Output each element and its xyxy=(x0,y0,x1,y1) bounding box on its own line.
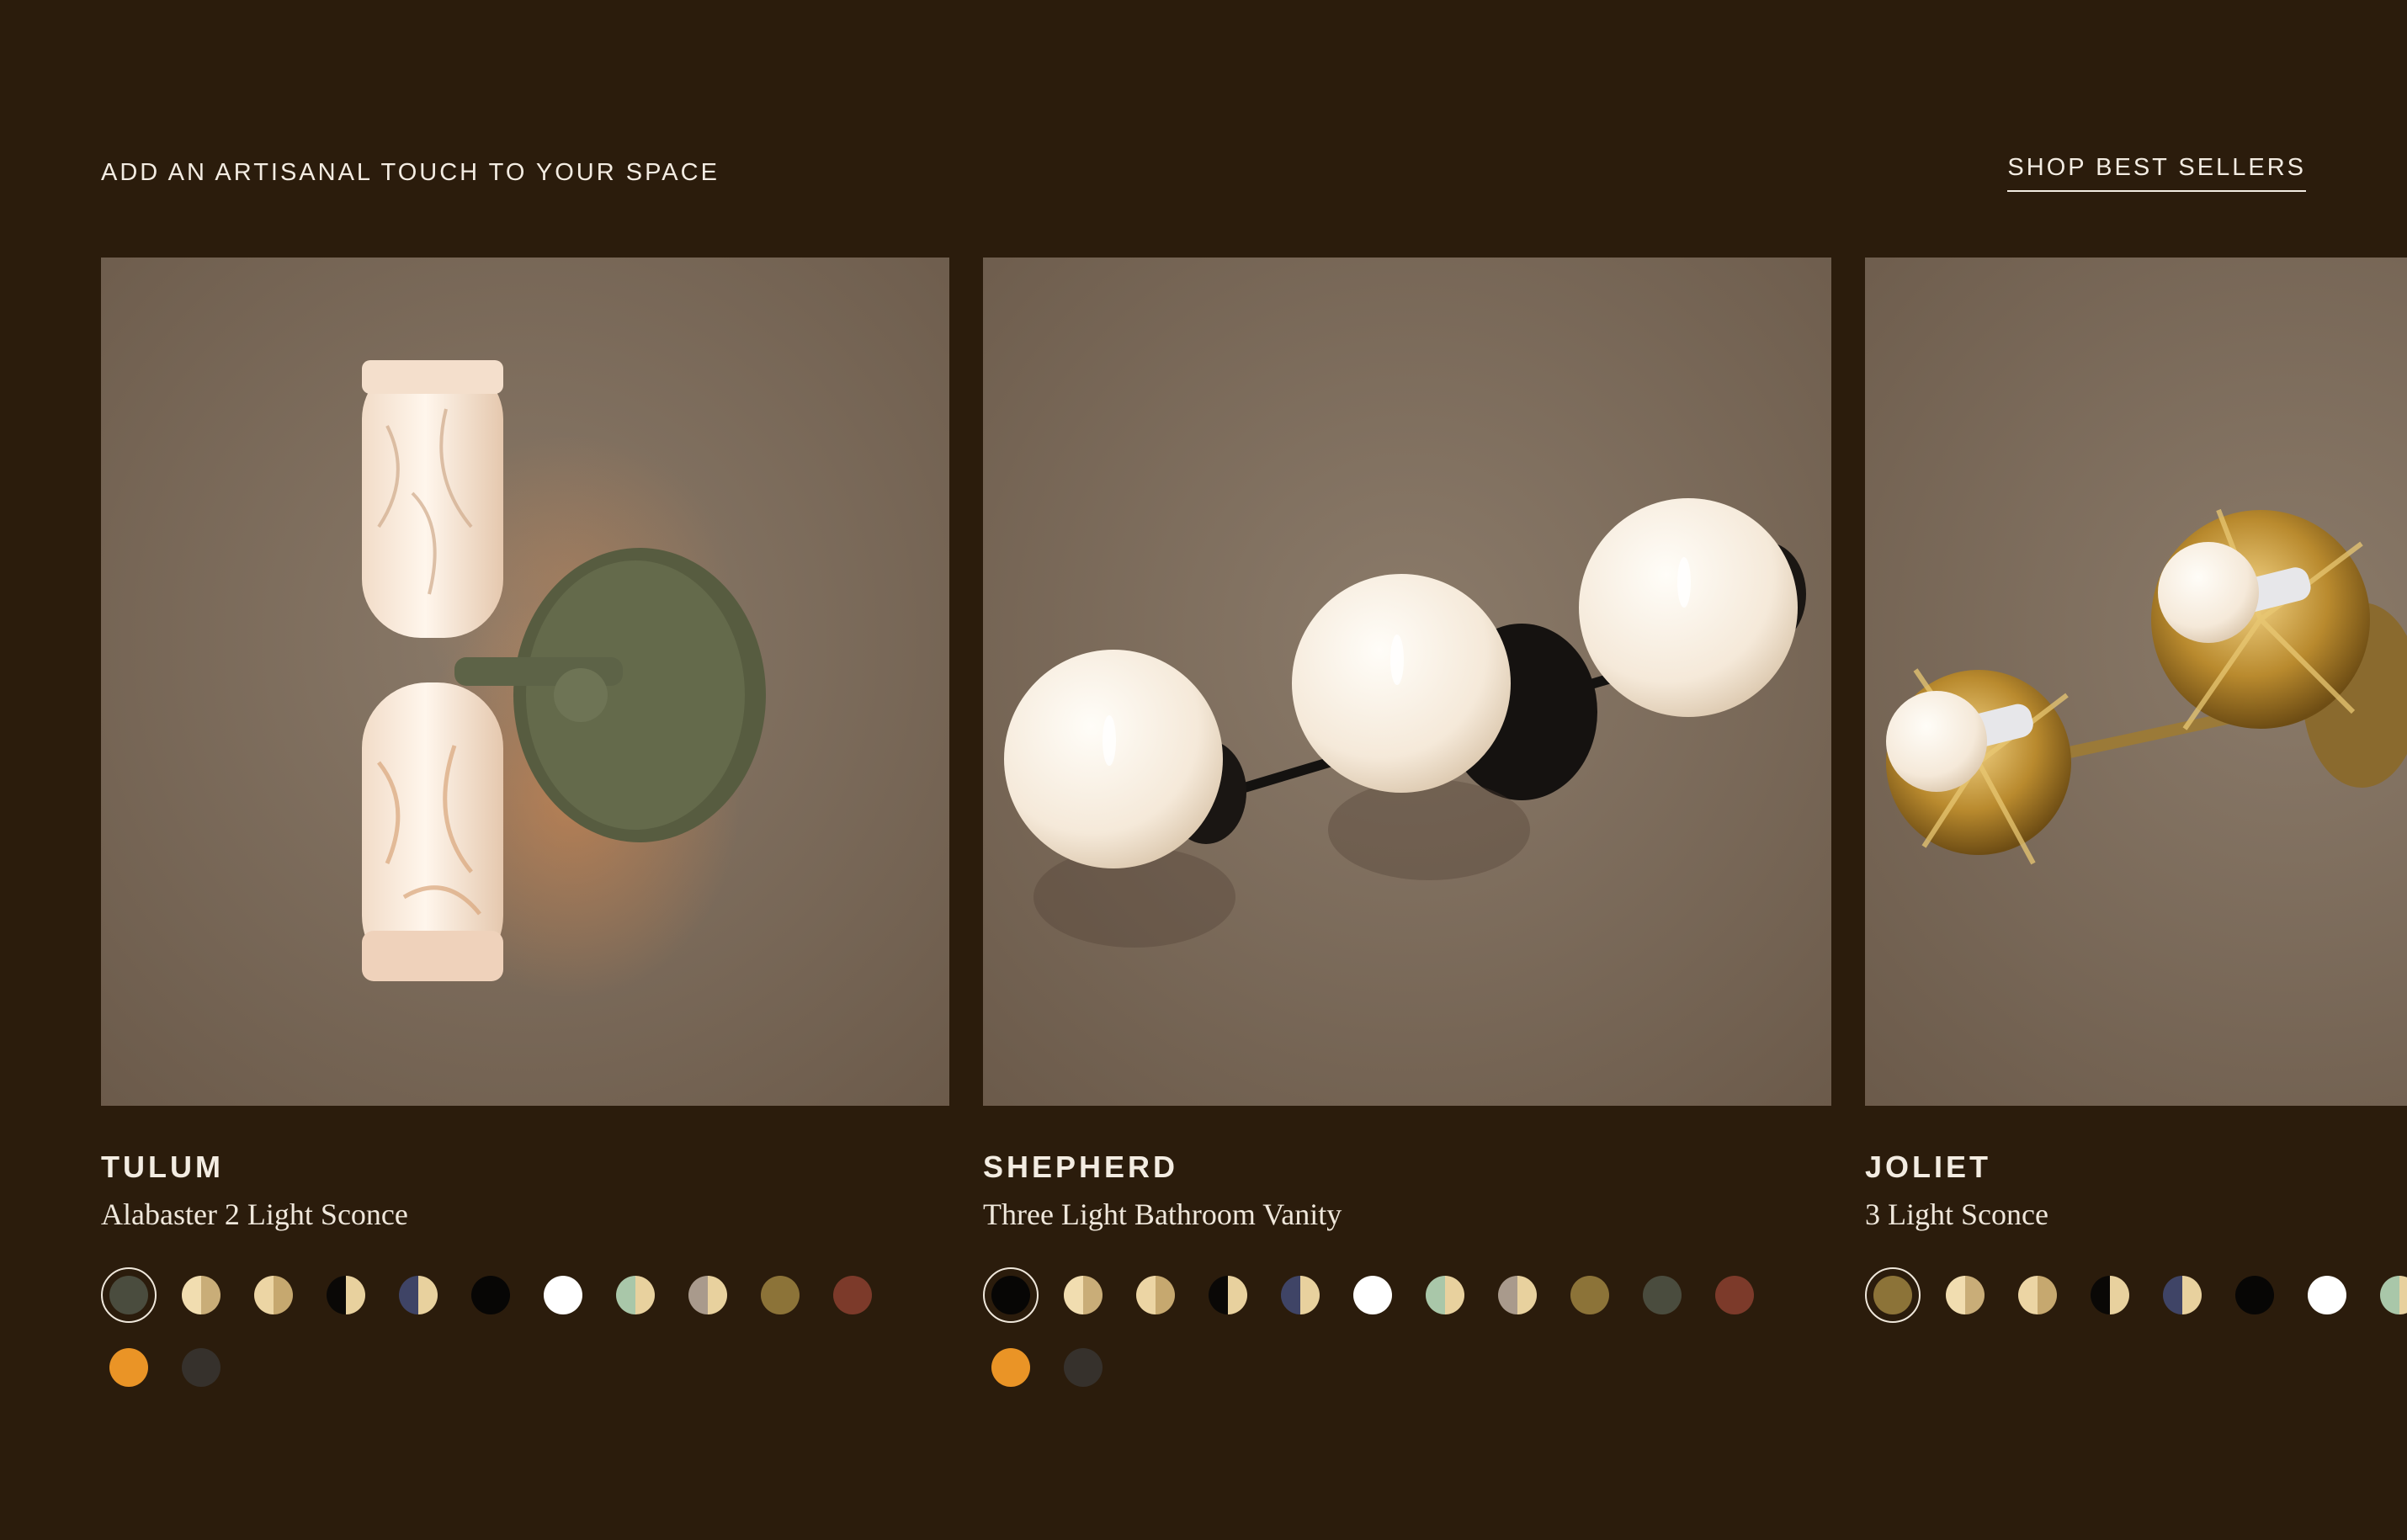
swatch-dot xyxy=(991,1276,1030,1314)
color-swatch-brass-light[interactable] xyxy=(173,1267,229,1323)
swatch-dot xyxy=(2018,1276,2057,1314)
color-swatch-black-brass[interactable] xyxy=(1200,1267,1256,1323)
swatch-dot xyxy=(182,1348,221,1387)
section-tagline: ADD AN ARTISANAL TOUCH TO YOUR SPACE xyxy=(101,158,720,186)
swatch-dot xyxy=(327,1276,365,1314)
alabaster-sconce-image[interactable] xyxy=(101,258,949,1106)
color-swatch-white[interactable] xyxy=(535,1267,591,1323)
color-swatch-charcoal[interactable] xyxy=(1055,1340,1111,1395)
swatch-list xyxy=(983,1267,1831,1412)
color-swatch-charcoal[interactable] xyxy=(173,1340,229,1395)
color-swatch-bronze[interactable] xyxy=(1865,1267,1921,1323)
color-swatch-navy-brass[interactable] xyxy=(1273,1267,1328,1323)
swatch-dot xyxy=(1281,1276,1320,1314)
color-swatch-taupe-brass[interactable] xyxy=(680,1267,736,1323)
color-swatch-navy-brass[interactable] xyxy=(391,1267,446,1323)
brass-leaf-sconce-image[interactable] xyxy=(1865,258,2407,1106)
color-swatch-navy-brass[interactable] xyxy=(2155,1267,2210,1323)
swatch-dot xyxy=(1064,1348,1103,1387)
swatch-list xyxy=(1865,1267,2407,1340)
color-swatch-black-brass[interactable] xyxy=(2082,1267,2138,1323)
swatch-dot xyxy=(1715,1276,1754,1314)
swatch-dot xyxy=(1136,1276,1175,1314)
shop-best-sellers-link[interactable]: SHOP BEST SELLERS xyxy=(2007,154,2306,192)
swatch-dot xyxy=(1498,1276,1537,1314)
globe-vanity-image[interactable] xyxy=(983,258,1831,1106)
swatch-dot xyxy=(1426,1276,1464,1314)
swatch-dot xyxy=(833,1276,872,1314)
swatch-dot xyxy=(2235,1276,2274,1314)
color-swatch-black[interactable] xyxy=(463,1267,518,1323)
product-name[interactable]: Alabaster 2 Light Sconce xyxy=(101,1197,949,1232)
color-swatch-rust[interactable] xyxy=(1707,1267,1762,1323)
swatch-dot xyxy=(109,1276,148,1314)
color-swatch-black-brass[interactable] xyxy=(318,1267,374,1323)
color-swatch-olive[interactable] xyxy=(1634,1267,1690,1323)
swatch-dot xyxy=(2308,1276,2346,1314)
swatch-dot xyxy=(254,1276,293,1314)
swatch-dot xyxy=(399,1276,438,1314)
product-brand[interactable]: SHEPHERD xyxy=(983,1150,1831,1185)
color-swatch-sage-brass[interactable] xyxy=(608,1267,663,1323)
swatch-dot xyxy=(109,1348,148,1387)
product-carousel[interactable]: TULUM Alabaster 2 Light Sconce SHEPHERD … xyxy=(101,258,2407,1436)
color-swatch-taupe-brass[interactable] xyxy=(1490,1267,1545,1323)
swatch-list xyxy=(101,1267,949,1412)
section-header: ADD AN ARTISANAL TOUCH TO YOUR SPACE SHO… xyxy=(101,147,2306,198)
swatch-dot xyxy=(544,1276,582,1314)
color-swatch-orange[interactable] xyxy=(983,1340,1039,1395)
color-swatch-white[interactable] xyxy=(1345,1267,1400,1323)
swatch-dot xyxy=(182,1276,221,1314)
color-swatch-sage-brass[interactable] xyxy=(1417,1267,1473,1323)
color-swatch-brass[interactable] xyxy=(1128,1267,1183,1323)
swatch-dot xyxy=(1570,1276,1609,1314)
swatch-dot xyxy=(2380,1276,2407,1314)
color-swatch-brass[interactable] xyxy=(2010,1267,2065,1323)
color-swatch-brass[interactable] xyxy=(246,1267,301,1323)
swatch-dot xyxy=(1064,1276,1103,1314)
swatch-dot xyxy=(1643,1276,1682,1314)
color-swatch-sage-brass[interactable] xyxy=(2372,1267,2407,1323)
swatch-dot xyxy=(471,1276,510,1314)
color-swatch-olive[interactable] xyxy=(101,1267,157,1323)
swatch-dot xyxy=(991,1348,1030,1387)
swatch-dot xyxy=(1946,1276,1985,1314)
color-swatch-black[interactable] xyxy=(2227,1267,2282,1323)
product-card-joliet[interactable]: JOLIET 3 Light Sconce xyxy=(1865,258,2407,1340)
color-swatch-bronze[interactable] xyxy=(752,1267,808,1323)
color-swatch-brass-light[interactable] xyxy=(1937,1267,1993,1323)
swatch-dot xyxy=(2091,1276,2129,1314)
product-name[interactable]: 3 Light Sconce xyxy=(1865,1197,2407,1232)
product-brand[interactable]: JOLIET xyxy=(1865,1150,2407,1185)
swatch-dot xyxy=(1209,1276,1247,1314)
product-card-tulum[interactable]: TULUM Alabaster 2 Light Sconce xyxy=(101,258,949,1412)
swatch-dot xyxy=(2163,1276,2202,1314)
color-swatch-bronze[interactable] xyxy=(1562,1267,1618,1323)
product-card-shepherd[interactable]: SHEPHERD Three Light Bathroom Vanity xyxy=(983,258,1831,1412)
color-swatch-brass-light[interactable] xyxy=(1055,1267,1111,1323)
swatch-dot xyxy=(761,1276,800,1314)
color-swatch-orange[interactable] xyxy=(101,1340,157,1395)
color-swatch-black[interactable] xyxy=(983,1267,1039,1323)
swatch-dot xyxy=(616,1276,655,1314)
product-brand[interactable]: TULUM xyxy=(101,1150,949,1185)
product-name[interactable]: Three Light Bathroom Vanity xyxy=(983,1197,1831,1232)
color-swatch-rust[interactable] xyxy=(825,1267,880,1323)
swatch-dot xyxy=(1873,1276,1912,1314)
swatch-dot xyxy=(688,1276,727,1314)
color-swatch-white[interactable] xyxy=(2299,1267,2355,1323)
swatch-dot xyxy=(1353,1276,1392,1314)
